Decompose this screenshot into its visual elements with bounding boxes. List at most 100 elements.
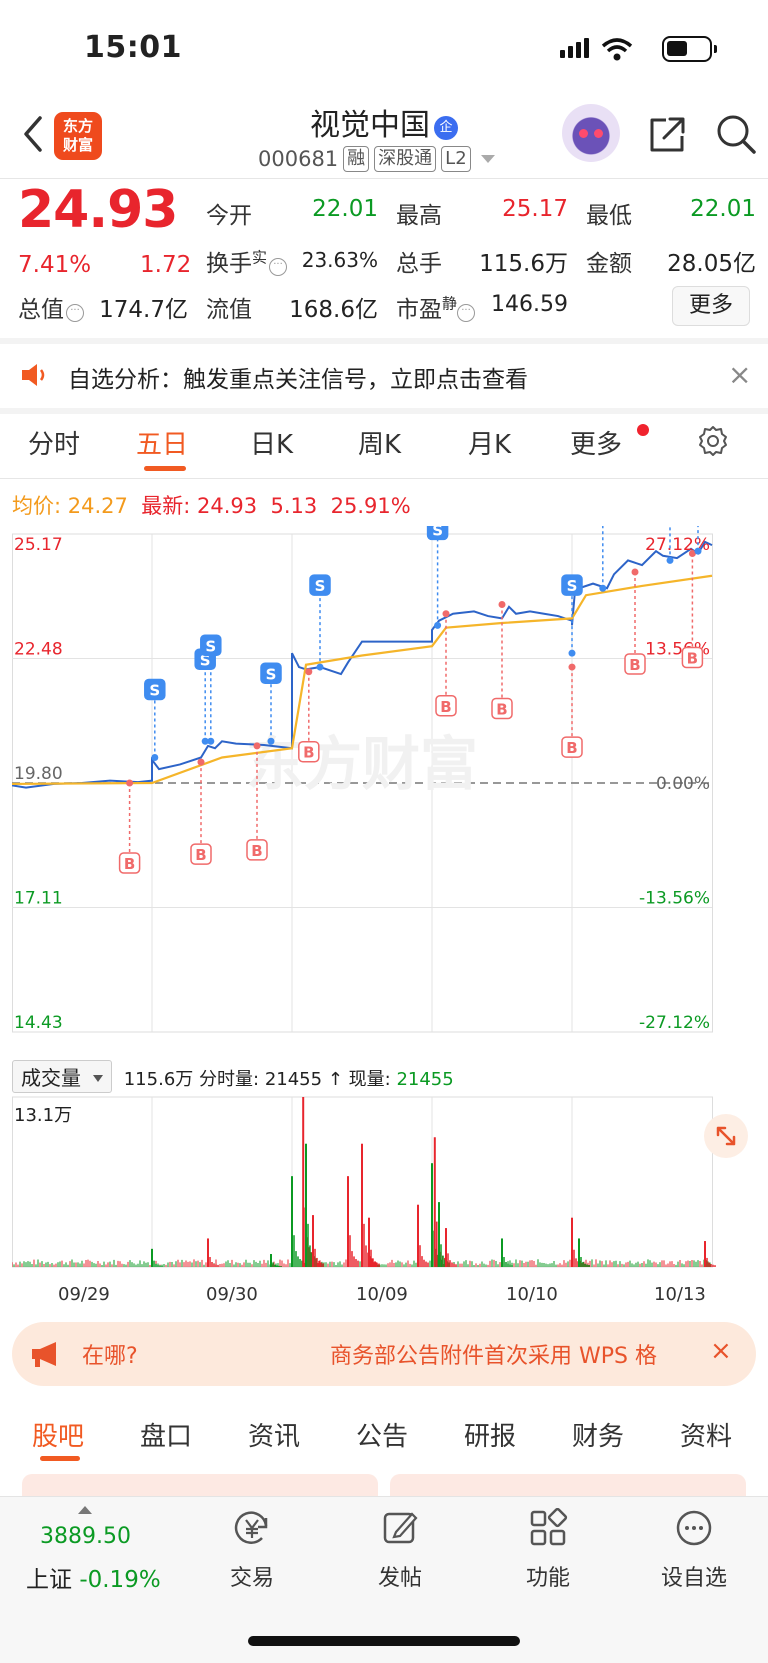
edit-icon[interactable] [380,1508,420,1548]
ai-assistant-avatar[interactable] [562,104,620,162]
date-label: 10/09 [356,1284,408,1305]
tab-finance[interactable]: 财务 [572,1416,624,1453]
y-tick-label-pct: 0.00% [656,774,710,794]
watermark: 东方财富 [246,730,478,798]
volume-indicator-select[interactable]: 成交量 [12,1060,112,1093]
volume-value: 115.6万 [479,251,568,277]
amount-label: 金额 [586,251,632,277]
sell-badge-label: S [266,665,277,683]
sell-point [267,737,275,745]
share-icon[interactable] [646,114,688,156]
total-cap-value: 174.7亿 [99,297,188,323]
stock-code: 000681 [258,147,339,171]
buy-point [631,568,639,576]
tab-guba[interactable]: 股吧 [32,1416,84,1453]
volume-chart[interactable] [12,1095,756,1275]
open-value: 22.01 [312,196,378,222]
buy-point [305,668,313,676]
expand-icon [716,1126,736,1146]
cellular-signal-icon [560,38,592,58]
index-value[interactable]: 3889.50 [40,1524,131,1549]
post-label[interactable]: 发帖 [360,1560,440,1592]
stock-code-row[interactable]: 000681 融 深股通 L2 [258,146,495,172]
buy-badge-label: B [251,842,262,860]
tab-announcement[interactable]: 公告 [356,1416,408,1453]
y-tick-label: 17.11 [14,889,63,909]
turnover-label: 换手实 ··· [206,244,288,278]
date-label: 10/13 [654,1284,706,1305]
y-tick-label: 19.80 [14,764,63,784]
tab-weekly-k[interactable]: 周K [358,424,401,461]
tab-profile[interactable]: 资料 [680,1416,732,1453]
caret-up-icon [78,1506,92,1514]
tab-daily-k[interactable]: 日K [250,424,293,461]
volume-header: 成交量 115.6万 分时量: 21455 ↑ 现量: 21455 [12,1060,454,1093]
sell-point [599,584,607,592]
buy-point [126,779,134,787]
add-watchlist-label[interactable]: 设自选 [654,1560,734,1592]
trade-label[interactable]: 交易 [212,1560,292,1592]
sell-point [694,547,702,555]
expand-chart-button[interactable] [704,1114,748,1158]
low-label: 最低 [586,203,632,229]
y-tick-label-pct: -13.56% [639,889,710,909]
buy-point [442,610,450,618]
change-percent: 7.41% [18,252,92,278]
high-value: 25.17 [502,196,568,222]
settings-gear-icon[interactable] [696,424,730,458]
last-price: 24.93 [18,180,178,240]
change-amount: 1.72 [140,252,192,278]
total-cap-label: 总值 ··· [18,290,84,324]
tab-order-book[interactable]: 盘口 [140,1416,192,1453]
y-tick-label: 22.48 [14,640,63,660]
sell-point [568,649,576,657]
amount-value: 28.05亿 [667,251,756,277]
buy-badge-label: B [303,744,314,762]
chevron-down-icon[interactable] [480,155,495,163]
sell-point [207,737,215,745]
sell-badge-label: S [205,637,216,655]
notice-text[interactable]: 自选分析：触发重点关注信号，立即点击查看 [68,360,528,394]
sell-point [666,556,674,564]
active-tab-indicator [40,1456,80,1461]
status-time: 15:01 [84,30,182,65]
tab-intraday[interactable]: 分时 [28,424,80,461]
more-circle-icon[interactable] [674,1508,714,1548]
battery-icon [662,36,717,62]
buy-point [568,663,576,671]
five-day-price-chart[interactable]: 东方财富25.1722.4819.8017.1114.4327.12%13.56… [12,526,756,1056]
yen-exchange-icon[interactable] [232,1508,272,1548]
grid-icon[interactable] [528,1508,568,1548]
buy-point [253,742,261,750]
price-info-line: 均价: 24.27 最新: 24.93 5.13 25.91% [12,494,411,518]
tag-level2: L2 [441,146,471,172]
index-name[interactable]: 上证 -0.19% [26,1560,161,1594]
tab-news[interactable]: 资讯 [248,1416,300,1453]
tab-monthly-k[interactable]: 月K [468,424,511,461]
wifi-icon [601,38,633,61]
sell-point [434,621,442,629]
tag-connect: 深股通 [374,146,437,172]
buy-badge-label: B [629,656,640,674]
more-button[interactable]: 更多 [672,286,750,326]
close-icon[interactable]: × [728,358,751,391]
function-label[interactable]: 功能 [508,1560,588,1592]
low-value: 22.01 [690,196,756,222]
stock-name: 视觉中国 [310,108,430,143]
close-icon[interactable]: × [710,1336,732,1366]
search-icon[interactable] [714,112,758,156]
sell-badge-label: S [432,526,443,539]
home-indicator [248,1636,520,1646]
y-tick-label: 25.17 [14,535,63,555]
pe-value: 146.59 [491,292,568,317]
tab-more[interactable]: 更多 [570,424,622,461]
buy-badge-label: B [124,855,135,873]
turnover-value: 23.63% [301,248,378,272]
tag-margin: 融 [343,146,370,172]
sell-point [316,663,324,671]
sell-badge-label: S [149,681,160,699]
high-label: 最高 [396,203,442,229]
tab-five-day[interactable]: 五日 [136,424,188,461]
tab-research[interactable]: 研报 [464,1416,516,1453]
date-label: 09/30 [206,1284,258,1305]
